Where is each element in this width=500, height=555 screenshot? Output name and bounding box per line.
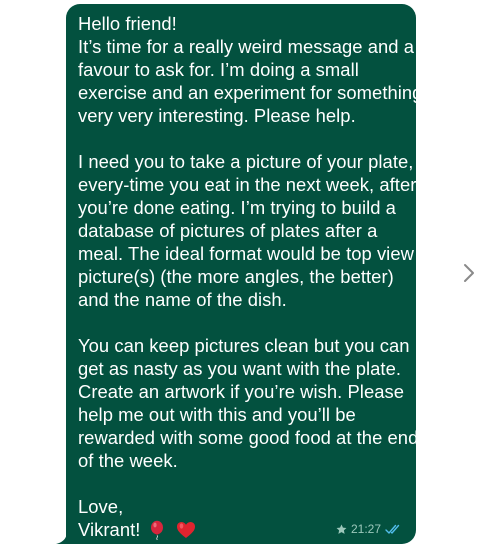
message-bubble[interactable]: Hello friend! It’s time for a really wei… <box>56 4 423 544</box>
message-line: I need you to take a picture of your pla… <box>78 151 414 172</box>
message-line: every-time you eat in the next week, aft… <box>78 174 417 195</box>
message-line: of the week. <box>78 450 178 471</box>
double-check-icon <box>385 524 400 534</box>
message-line: database of pictures of plates after a <box>78 220 378 241</box>
message-line: exercise and an experiment for something <box>78 82 423 103</box>
message-line: picture(s) (the more angles, the better) <box>78 266 394 287</box>
message-line: meal. The ideal format would be top view <box>78 243 414 264</box>
message-line: very very interesting. Please help. <box>78 105 356 126</box>
paragraph-2: I need you to take a picture of your pla… <box>78 150 417 311</box>
message-line: favour to ask for. I’m doing a small <box>78 59 359 80</box>
message-time: 21:27 <box>350 522 381 536</box>
message-line: rewarded with some good food at the end <box>78 427 419 448</box>
heart-icon <box>177 521 196 538</box>
paragraph-3: You can keep pictures clean but you can … <box>78 334 419 472</box>
message-line: and the name of the dish. <box>78 289 287 310</box>
signature-name: Vikrant! <box>78 519 141 540</box>
message-line: you’re done eating. I’m trying to build … <box>78 197 396 218</box>
star-icon <box>336 524 347 534</box>
message-text: Hello friend! It’s time for a really wei… <box>78 12 423 541</box>
message-line: It’s time for a really weird message and… <box>78 36 415 57</box>
balloon-icon <box>151 520 164 540</box>
message-line: Hello friend! <box>78 13 177 34</box>
message-line: You can keep pictures clean but you can <box>78 335 410 356</box>
message-line: help me out with this and you’ll be <box>78 404 356 425</box>
message-meta: 21:27 <box>336 522 402 536</box>
message-line: Create an artwork if you’re wish. Please <box>78 381 405 402</box>
signoff: Love, <box>78 496 124 517</box>
paragraph-1: Hello friend! It’s time for a really wei… <box>78 12 423 127</box>
message-line: get as nasty as you want with the plate. <box>78 358 402 379</box>
chevron-right-icon[interactable] <box>462 262 476 284</box>
